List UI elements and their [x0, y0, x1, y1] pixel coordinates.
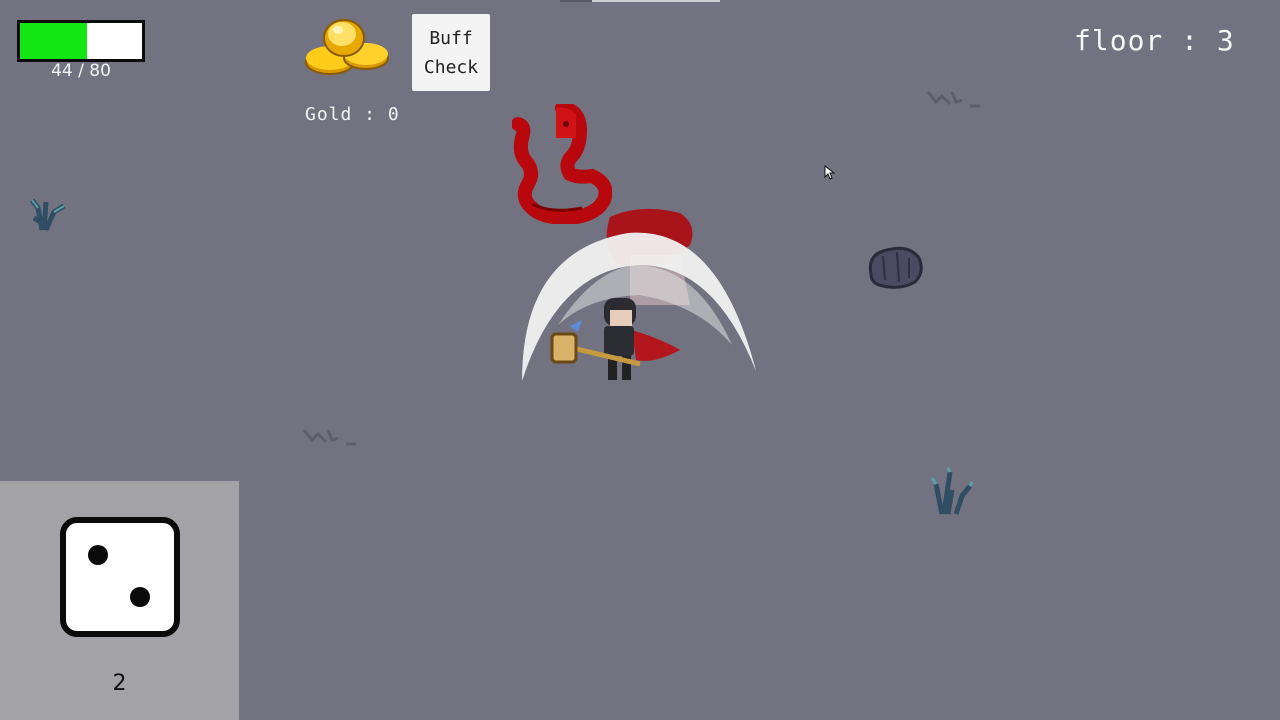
- top-strip-dark: [560, 0, 592, 2]
- ground-crack-icon: [926, 91, 980, 108]
- health-bar: [17, 20, 145, 62]
- dice-value: 2: [112, 671, 127, 696]
- dice-face-two-icon[interactable]: [60, 517, 180, 637]
- rock-icon: [868, 246, 923, 289]
- buff-check-label: Buff Check: [423, 27, 479, 78]
- health-value: 44 / 80: [51, 61, 111, 81]
- knight-with-hammer-icon: [550, 298, 680, 380]
- buff-check-button[interactable]: Buff Check: [412, 14, 490, 91]
- floor-indicator: floor : 3: [1074, 24, 1235, 57]
- ground-crack-icon: [302, 429, 356, 446]
- health-bar-fill: [20, 23, 88, 59]
- gold-count: Gold : 0: [305, 104, 400, 125]
- mouse-cursor-icon: [824, 165, 836, 180]
- plant-icon: [30, 198, 66, 232]
- gold-coins-icon: [305, 19, 389, 75]
- top-strip: [592, 0, 720, 2]
- dice-panel[interactable]: 2: [0, 481, 239, 720]
- plant-icon: [930, 467, 974, 515]
